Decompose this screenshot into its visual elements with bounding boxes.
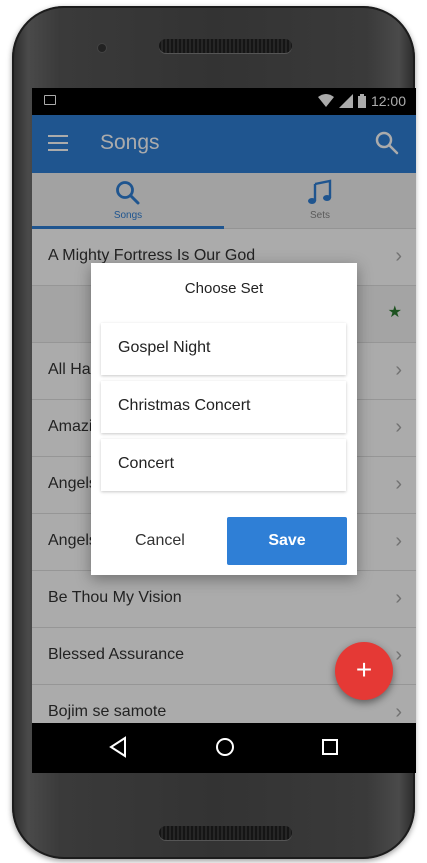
bottom-speaker bbox=[159, 826, 292, 840]
front-camera bbox=[98, 44, 106, 52]
cancel-label: Cancel bbox=[135, 532, 185, 549]
cancel-button[interactable]: Cancel bbox=[113, 517, 213, 565]
screen: 12:00 Songs Songs Sets A Mighty Fortress… bbox=[32, 88, 416, 773]
home-icon[interactable] bbox=[214, 735, 236, 759]
set-option[interactable]: Gospel Night bbox=[101, 323, 346, 375]
recents-icon[interactable] bbox=[320, 735, 340, 759]
system-nav-bar bbox=[32, 723, 416, 773]
choose-set-dialog: Choose Set Gospel Night Christmas Concer… bbox=[91, 263, 357, 575]
top-speaker bbox=[159, 39, 292, 53]
set-option[interactable]: Concert bbox=[101, 439, 346, 491]
fab-plus-icon: + bbox=[355, 654, 373, 685]
back-icon[interactable] bbox=[108, 735, 128, 759]
set-option-label: Concert bbox=[118, 455, 175, 472]
save-label: Save bbox=[268, 532, 306, 549]
set-option-label: Christmas Concert bbox=[118, 397, 251, 414]
save-button[interactable]: Save bbox=[227, 517, 347, 565]
set-option-label: Gospel Night bbox=[118, 339, 211, 356]
set-option[interactable]: Christmas Concert bbox=[101, 381, 346, 433]
dialog-title: Choose Set bbox=[184, 280, 264, 297]
add-fab-button[interactable]: + bbox=[335, 642, 393, 700]
